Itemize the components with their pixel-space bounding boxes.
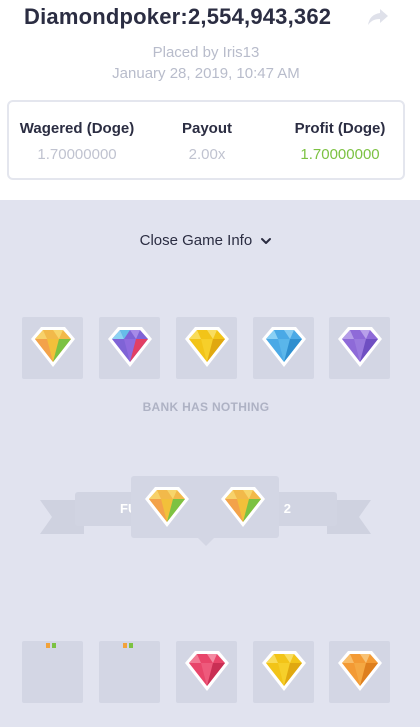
bank-slot-2 (99, 317, 160, 379)
player-slot-3 (176, 641, 237, 703)
yellow-gem-icon (262, 651, 306, 691)
wagered-value: 1.70000000 (37, 146, 117, 163)
share-arrow-icon[interactable] (366, 6, 390, 28)
payout-label: Payout (181, 120, 232, 137)
player-slot-5 (329, 641, 390, 703)
slot-marker (123, 643, 127, 648)
chevron-down-icon (260, 233, 272, 250)
slot-marker (52, 643, 56, 648)
player-slot-4 (253, 641, 314, 703)
game-info-panel: Close Game Info BANK HAS NOTHING FU 2 (0, 200, 420, 727)
yellow-gem-icon (185, 327, 229, 367)
payout-value: 2.00x (188, 146, 226, 163)
multicolor-gem-icon (145, 487, 189, 527)
multicolor-gem-icon (221, 487, 265, 527)
placed-by-text: Placed by Iris13 (152, 44, 260, 61)
matched-pair-popover (131, 476, 279, 538)
multicolor-gem-icon (108, 327, 152, 367)
close-game-info-button[interactable]: Close Game Info (0, 232, 412, 250)
red-gem-icon (185, 651, 229, 691)
wagered-label: Wagered (Doge) (19, 120, 135, 137)
bet-details-header: Diamondpoker:2,554,943,362 Placed by Iri… (0, 0, 420, 200)
profit-label: Profit (Doge) (294, 120, 386, 137)
player-slot-1 (22, 641, 83, 703)
bank-slot-4 (253, 317, 314, 379)
bet-title: Diamondpoker:2,554,943,362 (24, 4, 332, 29)
bet-stats-card: Wagered (Doge) 1.70000000 Payout 2.00x P… (7, 100, 405, 180)
profit-stat: Profit (Doge) 1.70000000 (284, 120, 396, 163)
popover-pointer (198, 538, 214, 546)
wagered-stat: Wagered (Doge) 1.70000000 (17, 120, 137, 163)
bank-slot-3 (176, 317, 237, 379)
multicolor-gem-icon (31, 327, 75, 367)
toggle-label: Close Game Info (139, 232, 253, 249)
bank-status-text: BANK HAS NOTHING (142, 400, 270, 414)
player-slot-2 (99, 641, 160, 703)
bet-date: January 28, 2019, 10:47 AM (112, 65, 300, 82)
banner-right-text: 2 (283, 501, 291, 516)
bank-slot-5 (329, 317, 390, 379)
blue-gem-icon (262, 327, 306, 367)
profit-value: 1.70000000 (300, 146, 380, 163)
orange-gem-icon (338, 651, 382, 691)
slot-marker (129, 643, 133, 648)
slot-marker (46, 643, 50, 648)
purple-gem-icon (338, 327, 382, 367)
payout-stat: Payout 2.00x (169, 120, 245, 163)
bank-slot-1 (22, 317, 83, 379)
